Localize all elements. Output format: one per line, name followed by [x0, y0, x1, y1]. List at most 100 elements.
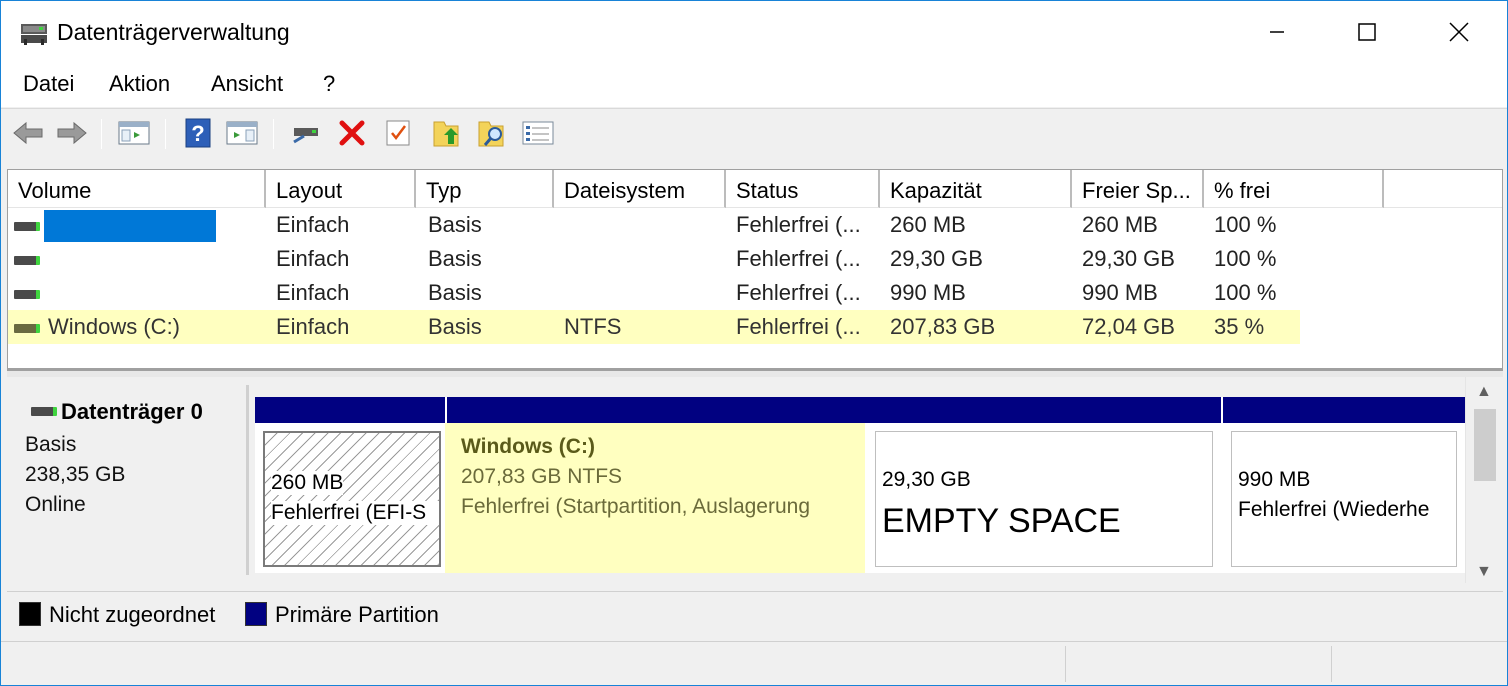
column-header-kapazitaet[interactable]: Kapazität	[880, 170, 1072, 208]
menu-aktion[interactable]: Aktion	[105, 71, 174, 97]
rescan-button[interactable]	[429, 117, 463, 149]
list-view-button[interactable]	[521, 117, 555, 149]
menu-help[interactable]: ?	[319, 71, 339, 97]
column-header-typ[interactable]: Typ	[416, 170, 554, 208]
volume-layout: Einfach	[276, 314, 350, 339]
volume-layout: Einfach	[276, 246, 350, 271]
partition-size: 29,30 GB	[882, 468, 971, 491]
scrollbar-thumb[interactable]	[1474, 409, 1496, 481]
vertical-scrollbar[interactable]: ▲ ▼	[1465, 377, 1503, 583]
close-button[interactable]	[1413, 1, 1505, 63]
volume-capacity: 990 MB	[890, 280, 966, 305]
partition-efi[interactable]: 260 MB Fehlerfrei (EFI-S	[255, 397, 445, 573]
menu-bar: Datei Aktion Ansicht ?	[1, 63, 1507, 107]
menu-datei[interactable]: Datei	[19, 71, 78, 97]
legend-label-unallocated: Nicht zugeordnet	[49, 602, 216, 627]
volume-type: Basis	[428, 212, 482, 237]
delete-icon	[339, 120, 365, 146]
disk-label[interactable]: Datenträger 0 Basis 238,35 GB Online	[9, 385, 249, 575]
column-header-volume[interactable]: Volume	[8, 170, 266, 208]
volume-free-percent: 100 %	[1214, 280, 1277, 305]
partition-empty-space[interactable]: 29,30 GB EMPTY SPACE	[867, 397, 1221, 573]
volume-layout: Einfach	[276, 212, 350, 237]
legend: Nicht zugeordnet Primäre Partition	[7, 591, 1503, 635]
column-header-prozent-frei[interactable]: % frei	[1204, 170, 1384, 208]
volume-icon	[14, 222, 40, 231]
partition-body: Windows (C:) 207,83 GB NTFS Fehlerfrei (…	[445, 423, 865, 573]
partition-status: Fehlerfrei (Wiederhe	[1238, 498, 1430, 521]
column-header-dateisystem[interactable]: Dateisystem	[554, 170, 726, 208]
properties-button[interactable]	[381, 117, 415, 149]
menu-ansicht[interactable]: Ansicht	[207, 71, 287, 97]
minimize-button[interactable]	[1231, 1, 1323, 63]
volume-free-space: 72,04 GB	[1082, 314, 1175, 339]
partition-size: 990 MB	[1238, 468, 1311, 491]
forward-button[interactable]	[55, 117, 89, 149]
search-volume-icon	[478, 121, 504, 147]
help-button[interactable]: ?	[181, 117, 215, 149]
maximize-icon	[1358, 23, 1376, 41]
column-header-freier-speicher[interactable]: Freier Sp...	[1072, 170, 1204, 208]
partition-bar	[255, 397, 445, 423]
volume-capacity: 207,83 GB	[890, 314, 996, 339]
volume-free-percent: 100 %	[1214, 212, 1277, 237]
legend-swatch-unallocated	[19, 602, 41, 626]
disk-name: Datenträger 0	[61, 399, 203, 424]
partition-bar	[447, 397, 867, 423]
svg-text:?: ?	[191, 121, 204, 146]
forward-arrow-icon	[57, 121, 87, 145]
partition-bar	[867, 397, 1221, 423]
volume-type: Basis	[428, 280, 482, 305]
scroll-down-icon[interactable]: ▼	[1476, 563, 1492, 581]
rescan-icon	[433, 121, 459, 147]
volume-free-space: 260 MB	[1082, 212, 1158, 237]
connect-disk-button[interactable]	[289, 117, 323, 149]
partition-name: Windows (C:)	[461, 435, 595, 458]
volume-capacity: 29,30 GB	[890, 246, 983, 271]
maximize-button[interactable]	[1321, 1, 1413, 63]
search-volume-button[interactable]	[475, 117, 509, 149]
legend-swatch-primary	[245, 602, 267, 626]
disk-type: Basis	[25, 433, 77, 456]
scroll-up-icon[interactable]: ▲	[1476, 383, 1492, 401]
connect-disk-icon	[293, 128, 318, 144]
status-separator	[1065, 646, 1066, 682]
minimize-icon	[1270, 31, 1284, 33]
partition-body: 990 MB Fehlerfrei (Wiederhe	[1231, 431, 1457, 567]
volume-status: Fehlerfrei (...	[736, 246, 861, 271]
pane-splitter[interactable]	[7, 369, 1503, 377]
toolbar-separator	[101, 119, 102, 149]
close-icon	[1449, 22, 1469, 42]
volume-row[interactable]: Einfach Basis Fehlerfrei (... 29,30 GB 2…	[8, 242, 1300, 276]
volume-free-space: 29,30 GB	[1082, 246, 1175, 271]
column-header-layout[interactable]: Layout	[266, 170, 416, 208]
partition-recovery[interactable]: 990 MB Fehlerfrei (Wiederhe	[1223, 397, 1465, 573]
disk-management-window: Datenträgerverwaltung Datei Aktion Ansic…	[0, 0, 1508, 686]
window-title: Datenträgerverwaltung	[57, 19, 290, 45]
volume-row[interactable]: Einfach Basis Fehlerfrei (... 990 MB 990…	[8, 276, 1300, 310]
partition-label: EMPTY SPACE	[882, 502, 1121, 540]
partition-size-fs: 207,83 GB NTFS	[461, 465, 623, 488]
volume-icon	[14, 256, 40, 265]
toolbar-separator	[165, 119, 166, 149]
legend-label-primary: Primäre Partition	[275, 602, 439, 627]
disk-map: Datenträger 0 Basis 238,35 GB Online 260…	[7, 377, 1503, 583]
volume-icon	[14, 324, 40, 333]
disk-size: 238,35 GB	[25, 463, 126, 486]
column-header-empty	[1384, 170, 1502, 208]
disk-management-icon	[21, 24, 47, 45]
volume-type: Basis	[428, 314, 482, 339]
volume-free-percent: 35 %	[1214, 314, 1265, 339]
delete-button[interactable]	[335, 117, 369, 149]
partition-body: 260 MB Fehlerfrei (EFI-S	[263, 431, 441, 567]
partition-area: 260 MB Fehlerfrei (EFI-S Windows (C:) 20…	[255, 397, 1465, 573]
volume-status: Fehlerfrei (...	[736, 280, 861, 305]
console-tree-button[interactable]	[117, 117, 151, 149]
volume-row-selected[interactable]: Windows (C:) Einfach Basis NTFS Fehlerfr…	[8, 310, 1300, 344]
volume-capacity: 260 MB	[890, 212, 966, 237]
partition-windows[interactable]: Windows (C:) 207,83 GB NTFS Fehlerfrei (…	[445, 397, 867, 573]
action-pane-button[interactable]	[225, 117, 259, 149]
back-button[interactable]	[11, 117, 45, 149]
column-header-status[interactable]: Status	[726, 170, 880, 208]
volume-row[interactable]: Einfach Basis Fehlerfrei (... 260 MB 260…	[8, 208, 1300, 242]
